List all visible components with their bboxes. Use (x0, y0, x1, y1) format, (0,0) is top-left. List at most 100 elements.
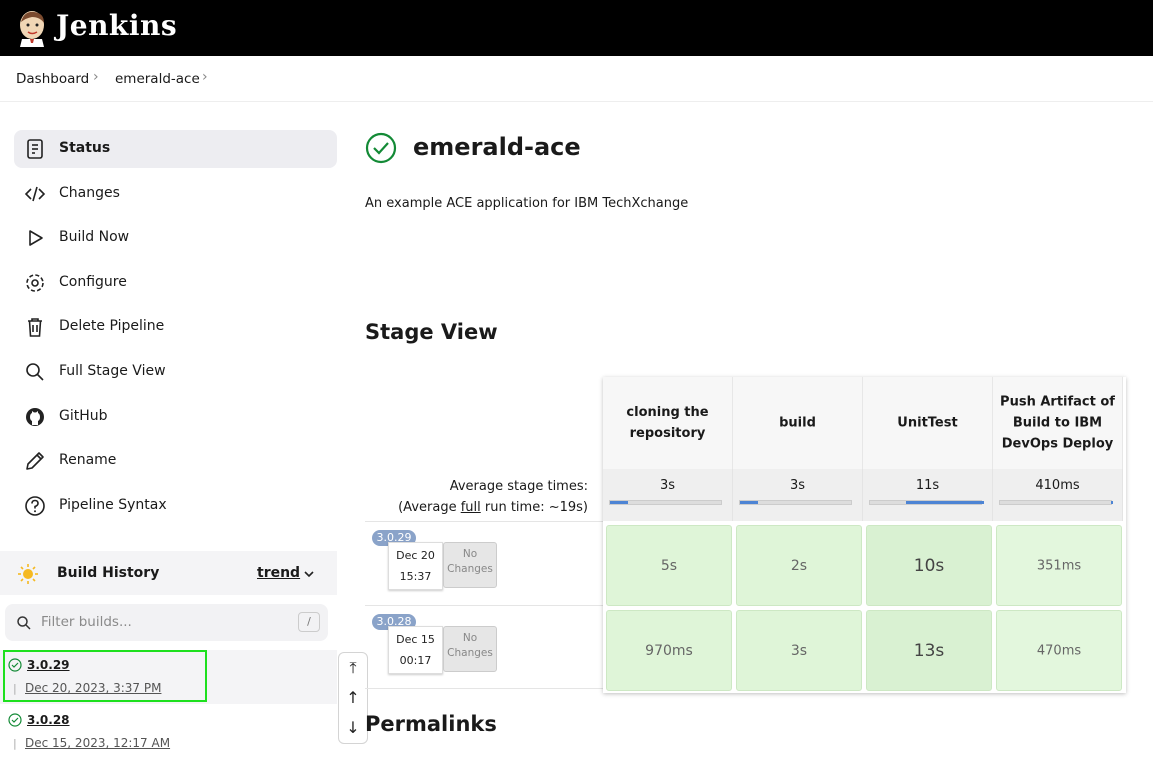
arrow-down-icon[interactable]: ↓ (339, 714, 367, 742)
stage-average-bar (869, 500, 984, 505)
stage-header: Push Artifact of Build to IBM DevOps Dep… (993, 377, 1123, 469)
success-check-icon (365, 132, 397, 164)
play-icon (29, 230, 43, 246)
sidebar-item-label: Pipeline Syntax (59, 497, 167, 513)
run-time: 00:17 (399, 654, 432, 667)
sidebar-item-label: Build Now (59, 229, 130, 245)
stage-average-time: 3s (659, 478, 676, 493)
pencil-icon (26, 452, 44, 470)
brand-title[interactable]: Jenkins (56, 9, 177, 42)
top-bar: Jenkins (0, 0, 1153, 56)
sidebar-item-label: GitHub (59, 408, 108, 424)
run-date: Dec 15 (396, 633, 435, 646)
sidebar-item-build-now[interactable]: Build Now (14, 219, 337, 257)
status-doc-icon (27, 139, 43, 159)
stage-name: build (779, 415, 816, 431)
keyboard-shortcut-hint: / (298, 612, 320, 632)
permalinks-title: Permalinks (365, 712, 497, 736)
stage-average: 3s (603, 469, 733, 521)
stage-average: 11s (863, 469, 993, 521)
stage-header: UnitTest (863, 377, 993, 469)
stage-duration: 2s (790, 557, 808, 574)
stage-average-bar-fill (610, 501, 628, 504)
sidebar-item-github[interactable]: GitHub (14, 398, 337, 436)
selection-highlight (3, 650, 207, 702)
build-date-link[interactable]: Dec 15, 2023, 12:17 AM (25, 736, 170, 750)
stage-duration: 13s (913, 640, 945, 661)
stage-average-bar-fill (1111, 501, 1113, 504)
avg-run-time-prefix: (Average (398, 500, 461, 515)
chevron-down-icon[interactable] (302, 567, 316, 581)
stage-view-grid: cloning the repository 3s build 3s UnitTest 1… (603, 377, 1126, 693)
stage-duration: 10s (913, 555, 945, 576)
breadcrumb-dashboard[interactable]: Dashboard (16, 71, 89, 87)
no-changes-text: No (462, 632, 478, 644)
filter-builds-field[interactable]: / (5, 604, 328, 641)
sidebar-item-label: Rename (59, 452, 117, 468)
search-icon (26, 363, 44, 381)
trend-link[interactable]: trend (257, 565, 300, 581)
stage-cell[interactable]: 970ms (606, 610, 732, 691)
stage-duration: 470ms (1036, 643, 1082, 658)
scroll-to-top-icon[interactable]: ⤒ (339, 654, 367, 682)
sidebar-item-label: Configure (59, 274, 127, 290)
stage-average-bar-fill (740, 501, 758, 504)
stage-duration: 3s (790, 642, 808, 659)
stage-run-row[interactable]: 3.0.29 Dec 20 15:37 No Changes (365, 521, 603, 605)
stage-name: UnitTest (897, 415, 958, 431)
arrow-up-icon[interactable]: ↑ (339, 684, 367, 712)
stage-cell[interactable]: 5s (606, 525, 732, 606)
code-icon (24, 186, 46, 202)
sidebar-item-full-stage-view[interactable]: Full Stage View (14, 353, 337, 391)
chevron-right-icon[interactable]: › (202, 69, 208, 85)
breadcrumb-job[interactable]: emerald-ace (115, 71, 200, 87)
page-title: emerald-ace (413, 133, 581, 161)
stage-cell[interactable]: 2s (736, 525, 862, 606)
sidebar-item-configure[interactable]: Configure (14, 264, 337, 302)
stage-cell[interactable]: 351ms (996, 525, 1122, 606)
sidebar-item-pipeline-syntax[interactable]: Pipeline Syntax (14, 487, 337, 525)
jenkins-logo-icon[interactable] (16, 9, 48, 47)
stage-average-bar (609, 500, 722, 505)
sun-weather-icon (18, 564, 38, 584)
stage-duration: 5s (660, 557, 678, 574)
stage-average: 3s (733, 469, 863, 521)
avg-stage-times-label: Average stage times: (449, 479, 588, 494)
build-row[interactable]: 3.0.28 | Dec 15, 2023, 12:17 AM (0, 705, 337, 759)
sidebar-item-rename[interactable]: Rename (14, 442, 337, 480)
sidebar-item-changes[interactable]: Changes (14, 175, 337, 213)
stage-header: cloning the repository (603, 377, 733, 469)
run-date-box: Dec 20 15:37 (388, 542, 443, 590)
filter-builds-input[interactable] (41, 612, 291, 632)
no-changes-text: Changes (447, 647, 493, 659)
full-run-time-link[interactable]: full (461, 500, 481, 515)
stage-name: cloning the repository (626, 405, 709, 441)
stage-average-time: 3s (789, 478, 806, 493)
gear-icon (26, 274, 44, 292)
stage-cell[interactable]: 3s (736, 610, 862, 691)
stage-duration: 970ms (645, 642, 693, 659)
help-icon (25, 496, 45, 516)
stage-average-time: 11s (915, 478, 940, 493)
stage-view-title: Stage View (365, 320, 498, 344)
avg-run-time-label: (Average full run time: ~19s) (398, 500, 588, 515)
run-date-box: Dec 15 00:17 (388, 626, 443, 674)
job-description: An example ACE application for IBM TechX… (365, 196, 689, 211)
avg-run-time-suffix: run time: ~19s) (480, 500, 588, 515)
sidebar-item-label: Delete Pipeline (59, 318, 165, 334)
build-history-title: Build History (57, 565, 160, 581)
trash-icon (28, 318, 42, 337)
no-changes-badge: No Changes (443, 542, 497, 588)
build-number-link[interactable]: 3.0.28 (27, 713, 70, 727)
stage-average-bar-fill (906, 501, 984, 504)
stage-run-row[interactable]: 3.0.28 Dec 15 00:17 No Changes (365, 605, 603, 689)
stage-cell[interactable]: 10s (866, 525, 992, 606)
success-check-icon (8, 713, 22, 727)
no-changes-text: Changes (447, 563, 493, 575)
sidebar-item-status[interactable]: Status (14, 130, 337, 168)
chevron-right-icon: › (93, 69, 99, 85)
stage-cell[interactable]: 13s (866, 610, 992, 691)
sidebar-item-delete-pipeline[interactable]: Delete Pipeline (14, 308, 337, 346)
stage-cell[interactable]: 470ms (996, 610, 1122, 691)
stage-name: Push Artifact of Build to IBM DevOps Dep… (1000, 394, 1115, 452)
